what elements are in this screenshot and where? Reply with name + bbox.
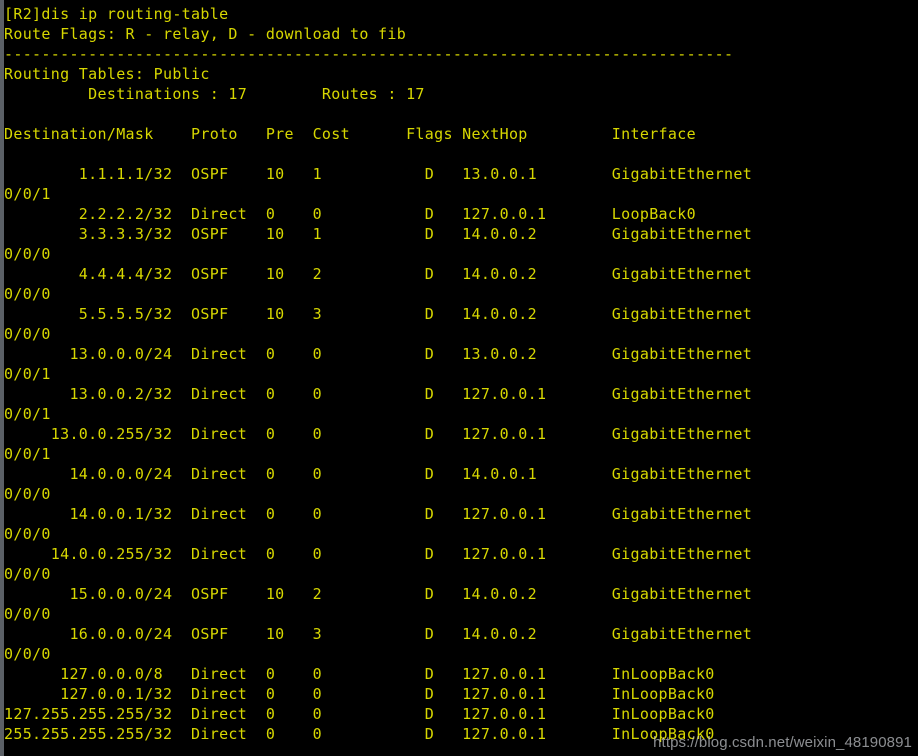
terminal-line: [R2]dis ip routing-table bbox=[4, 5, 229, 23]
terminal-line: 0/0/0 bbox=[4, 325, 51, 343]
terminal-line: 14.0.0.1/32 Direct 0 0 D 127.0.0.1 Gigab… bbox=[4, 505, 753, 523]
terminal-window: [R2]dis ip routing-table Route Flags: R -… bbox=[0, 0, 918, 756]
terminal-line: 13.0.0.2/32 Direct 0 0 D 127.0.0.1 Gigab… bbox=[4, 385, 753, 403]
terminal-line: Destinations : 17 Routes : 17 bbox=[4, 85, 425, 103]
terminal-line: 13.0.0.255/32 Direct 0 0 D 127.0.0.1 Gig… bbox=[4, 425, 753, 443]
terminal-line: 0/0/0 bbox=[4, 485, 51, 503]
terminal-line: 0/0/0 bbox=[4, 525, 51, 543]
terminal-line: 4.4.4.4/32 OSPF 10 2 D 14.0.0.2 GigabitE… bbox=[4, 265, 753, 283]
terminal-line: 0/0/0 bbox=[4, 605, 51, 623]
terminal-line: 13.0.0.0/24 Direct 0 0 D 13.0.0.2 Gigabi… bbox=[4, 345, 753, 363]
terminal-line: 127.0.0.1/32 Direct 0 0 D 127.0.0.1 InLo… bbox=[4, 685, 715, 703]
terminal-line: ----------------------------------------… bbox=[4, 45, 734, 63]
terminal-line: 0/0/0 bbox=[4, 645, 51, 663]
terminal-line: 0/0/0 bbox=[4, 565, 51, 583]
terminal-line: 14.0.0.255/32 Direct 0 0 D 127.0.0.1 Gig… bbox=[4, 545, 753, 563]
terminal-line: 255.255.255.255/32 Direct 0 0 D 127.0.0.… bbox=[4, 725, 715, 743]
terminal-line: 15.0.0.0/24 OSPF 10 2 D 14.0.0.2 Gigabit… bbox=[4, 585, 753, 603]
terminal-line: 0/0/1 bbox=[4, 405, 51, 423]
terminal-line: Routing Tables: Public bbox=[4, 65, 210, 83]
terminal-line: 127.255.255.255/32 Direct 0 0 D 127.0.0.… bbox=[4, 705, 715, 723]
terminal-line: 2.2.2.2/32 Direct 0 0 D 127.0.0.1 LoopBa… bbox=[4, 205, 696, 223]
terminal-line: 5.5.5.5/32 OSPF 10 3 D 14.0.0.2 GigabitE… bbox=[4, 305, 753, 323]
terminal-line: 3.3.3.3/32 OSPF 10 1 D 14.0.0.2 GigabitE… bbox=[4, 225, 753, 243]
terminal-line: 14.0.0.0/24 Direct 0 0 D 14.0.0.1 Gigabi… bbox=[4, 465, 753, 483]
terminal-line: 0/0/0 bbox=[4, 245, 51, 263]
terminal-line: 0/0/1 bbox=[4, 185, 51, 203]
terminal-line: 127.0.0.0/8 Direct 0 0 D 127.0.0.1 InLoo… bbox=[4, 665, 715, 683]
terminal-line: Destination/Mask Proto Pre Cost Flags Ne… bbox=[4, 125, 696, 143]
terminal-line: 0/0/0 bbox=[4, 285, 51, 303]
terminal-line: 0/0/1 bbox=[4, 445, 51, 463]
terminal-line: Route Flags: R - relay, D - download to … bbox=[4, 25, 407, 43]
terminal-line: 16.0.0.0/24 OSPF 10 3 D 14.0.0.2 Gigabit… bbox=[4, 625, 753, 643]
terminal-line: 1.1.1.1/32 OSPF 10 1 D 13.0.0.1 GigabitE… bbox=[4, 165, 753, 183]
terminal-output-area[interactable]: [R2]dis ip routing-table Route Flags: R -… bbox=[4, 0, 918, 756]
terminal-line: 0/0/1 bbox=[4, 365, 51, 383]
